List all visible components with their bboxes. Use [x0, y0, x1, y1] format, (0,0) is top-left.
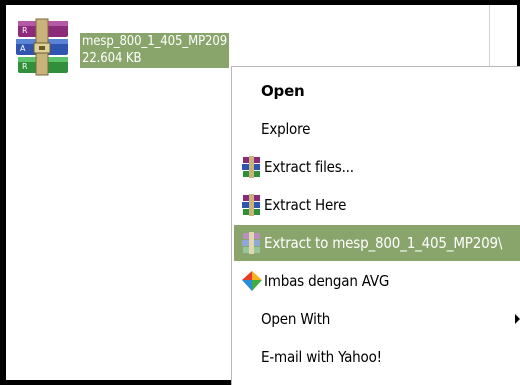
menu-item-label: E-mail with Yahoo! [261, 348, 382, 366]
menu-item-label: Open With [261, 310, 331, 328]
menu-item-open-with[interactable]: Open With [234, 301, 520, 337]
avg-icon [241, 270, 263, 292]
file-name: mesp_800_1_405_MP209 [82, 34, 228, 49]
menu-item-email-yahoo[interactable]: E-mail with Yahoo! [234, 339, 520, 375]
menu-item-extract-files[interactable]: Extract files... [234, 149, 520, 185]
menu-item-scan-avg[interactable]: Imbas dengan AVG [234, 263, 520, 299]
menu-item-label: Imbas dengan AVG [264, 272, 390, 290]
menu-item-label: Open [261, 82, 305, 100]
context-menu: Open Explore Extract files... Extract He… [231, 66, 520, 385]
submenu-arrow-icon [515, 314, 520, 324]
winrar-icon [241, 156, 263, 178]
menu-item-label: Extract Here [264, 196, 347, 214]
menu-item-label: Extract to mesp_800_1_405_MP209\ [264, 234, 503, 252]
menu-item-label: Explore [261, 120, 311, 138]
menu-item-explore[interactable]: Explore [234, 111, 520, 147]
svg-text:A: A [20, 44, 26, 53]
file-item-selected[interactable]: R A R mesp_800_1_405_MP209 22.604 KB [12, 17, 262, 87]
winrar-icon [241, 194, 263, 216]
file-label[interactable]: mesp_800_1_405_MP209 22.604 KB [80, 33, 230, 68]
menu-item-extract-here[interactable]: Extract Here [234, 187, 520, 223]
menu-item-extract-to-folder[interactable]: Extract to mesp_800_1_405_MP209\ [234, 225, 520, 261]
menu-item-open[interactable]: Open [234, 73, 520, 109]
menu-item-label: Extract files... [264, 158, 354, 176]
winrar-icon [241, 232, 263, 254]
winrar-archive-icon[interactable]: R A R [12, 17, 78, 83]
svg-text:R: R [22, 26, 28, 35]
svg-text:R: R [22, 62, 28, 71]
file-size: 22.604 KB [82, 51, 142, 66]
